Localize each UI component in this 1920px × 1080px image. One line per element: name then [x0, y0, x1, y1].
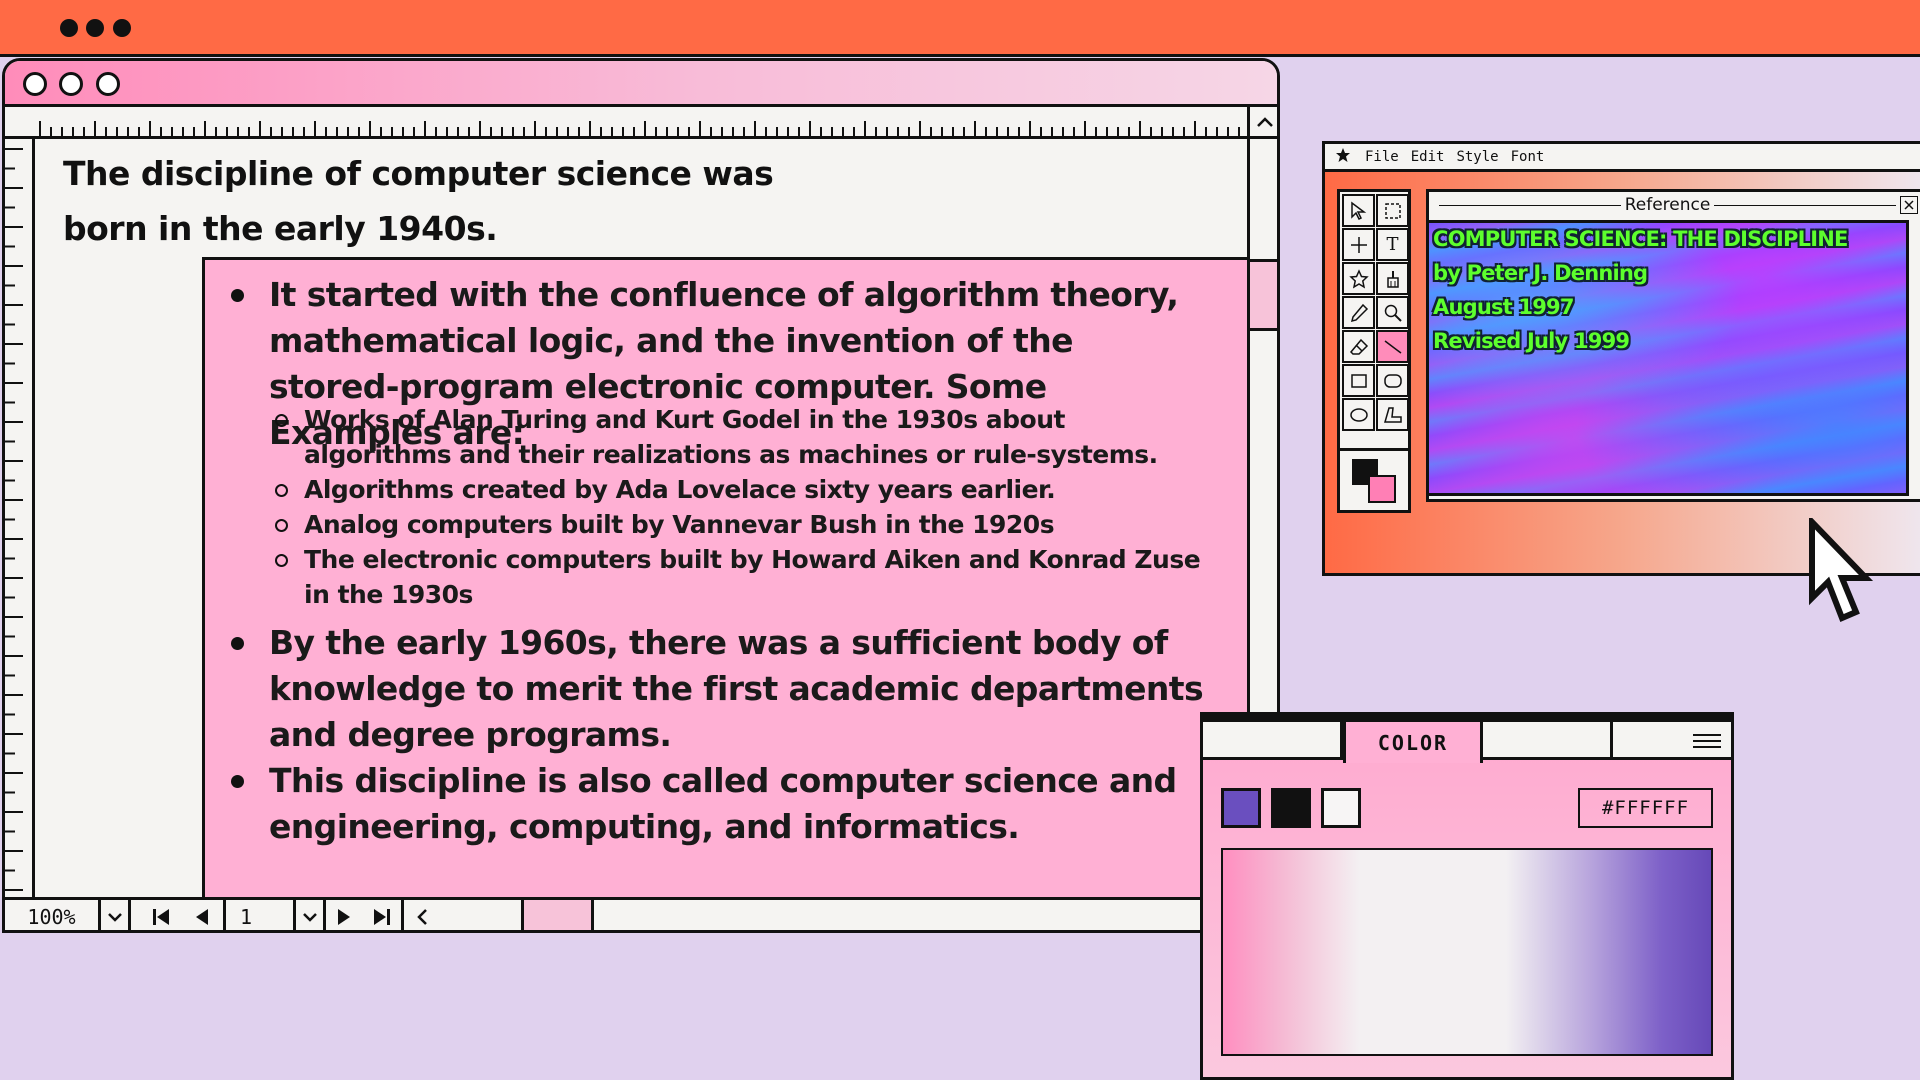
page-number: 1 [240, 904, 253, 929]
rounded-rect-tool-icon[interactable] [1376, 364, 1409, 397]
reference-panel: Reference COMPUTER SCIENCE: THE DISCIPLI… [1426, 189, 1920, 502]
status-bar: 100% 1 [5, 897, 1277, 930]
last-page-icon[interactable] [362, 900, 404, 930]
reference-panel-title: Reference [1624, 195, 1711, 215]
scrollbar-thumb[interactable] [1250, 259, 1277, 331]
mouse-cursor-icon [1808, 514, 1874, 636]
ruler-ticks [5, 148, 23, 891]
reference-menubar: File Edit Style Font [1325, 144, 1920, 172]
document-window: The discipline of computer science was b… [2, 58, 1280, 933]
star-icon[interactable] [1335, 147, 1351, 167]
brush-icon[interactable] [1376, 262, 1409, 295]
fill-stroke-swatch[interactable] [1340, 448, 1408, 510]
sub-bullet-item: Analog computers built by Vannevar Bush … [275, 507, 1204, 542]
sub-bullet-item: The electronic computers built by Howard… [275, 542, 1204, 612]
page-number-input[interactable]: 1 [226, 900, 296, 930]
prev-page-icon[interactable] [181, 900, 226, 930]
hex-color-input[interactable]: #FFFFFF [1578, 788, 1713, 828]
hex-value: #FFFFFF [1601, 797, 1690, 819]
content-box: It started with the confluence of algori… [202, 257, 1247, 897]
zoom-level[interactable]: 100% [5, 900, 101, 930]
tool-palette: T [1337, 189, 1411, 513]
star-tool-icon[interactable] [1342, 262, 1375, 295]
next-page-icon[interactable] [326, 900, 362, 930]
reference-panel-titlebar[interactable]: Reference [1429, 192, 1920, 218]
menu-file[interactable]: File [1365, 149, 1399, 165]
line-tool-icon[interactable] [1376, 330, 1409, 363]
sub-bullet-item: Algorithms created by Ada Lovelace sixty… [275, 472, 1204, 507]
ruler-ticks [39, 121, 1240, 137]
document-heading: The discipline of computer science was b… [63, 154, 774, 248]
scroll-up-icon[interactable] [1250, 107, 1277, 139]
marquee-select-icon[interactable] [1376, 194, 1409, 227]
menu-dot-icon[interactable] [113, 19, 131, 37]
tab-color-label: COLOR [1377, 730, 1449, 755]
bullet-item: By the early 1960s, there was a sufficie… [231, 620, 1209, 758]
reference-date: August 1997 [1433, 295, 1574, 319]
maximize-window-button[interactable] [96, 72, 120, 96]
reference-author: by Peter J. Denning [1433, 261, 1648, 285]
crosshair-icon[interactable] [1342, 228, 1375, 261]
horizontal-scrollbar-thumb[interactable] [524, 900, 594, 930]
swatch-purple[interactable] [1221, 788, 1261, 828]
menu-style[interactable]: Style [1456, 149, 1498, 165]
scroll-left-icon[interactable] [404, 900, 524, 930]
menu-font[interactable]: Font [1511, 149, 1545, 165]
horizontal-ruler [32, 107, 1247, 139]
menu-dot-icon[interactable] [86, 19, 104, 37]
reference-image: COMPUTER SCIENCE: THE DISCIPLINE by Pete… [1429, 220, 1909, 496]
document-titlebar[interactable] [5, 61, 1277, 107]
pencil-icon[interactable] [1342, 296, 1375, 329]
panel-close-icon[interactable] [1900, 196, 1919, 214]
reference-revised: Revised July 1999 [1433, 329, 1630, 353]
color-window: COLOR #FFFFFF [1200, 712, 1734, 1080]
magnifier-icon[interactable] [1376, 296, 1409, 329]
swatch-black[interactable] [1271, 788, 1311, 828]
menu-edit[interactable]: Edit [1411, 149, 1445, 165]
ellipse-tool-icon[interactable] [1342, 398, 1375, 431]
tab-blank-2[interactable] [1483, 722, 1613, 760]
color-tabs: COLOR [1203, 722, 1731, 763]
close-window-button[interactable] [23, 72, 47, 96]
sub-bullet-item: Works of Alan Turing and Kurt Godel in t… [275, 402, 1204, 472]
text-tool-icon[interactable]: T [1376, 228, 1409, 261]
reference-title: COMPUTER SCIENCE: THE DISCIPLINE [1433, 227, 1848, 251]
vertical-ruler [5, 139, 35, 897]
polygon-tool-icon[interactable] [1376, 398, 1409, 431]
top-bar [0, 0, 1920, 57]
tab-blank-1[interactable] [1203, 722, 1343, 760]
arrow-select-icon[interactable] [1342, 194, 1375, 227]
reference-window: File Edit Style Font T Reference COMPUTE… [1322, 141, 1920, 576]
eraser-icon[interactable] [1342, 330, 1375, 363]
menu-dot-icon[interactable] [60, 19, 78, 37]
zoom-dropdown-icon[interactable] [101, 900, 131, 930]
rectangle-tool-icon[interactable] [1342, 364, 1375, 397]
page-dropdown-icon[interactable] [296, 900, 326, 930]
bullet-item: This discipline is also called computer … [231, 758, 1209, 850]
minimize-window-button[interactable] [59, 72, 83, 96]
panel-menu-icon[interactable] [1613, 722, 1731, 760]
ruler-corner [5, 107, 35, 139]
fill-color[interactable] [1368, 475, 1396, 503]
swatch-white[interactable] [1321, 788, 1361, 828]
color-gradient-picker[interactable] [1221, 848, 1713, 1056]
tab-color[interactable]: COLOR [1343, 722, 1483, 763]
